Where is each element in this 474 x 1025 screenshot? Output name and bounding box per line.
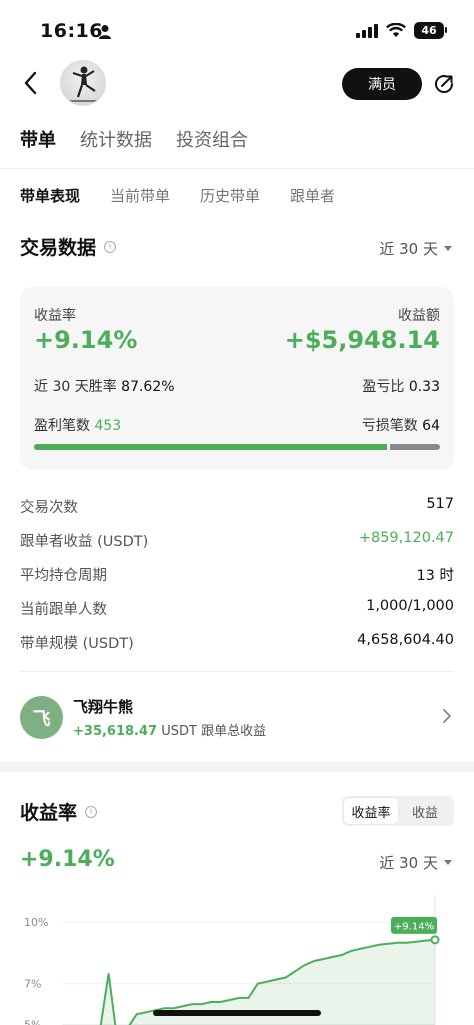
trade-data-title: 交易数据 i <box>20 233 117 260</box>
y-tick-label: 10% <box>24 916 48 929</box>
follower-profit-unit: USDT <box>161 724 197 739</box>
wins-row: 盈利笔数 453 <box>34 415 121 435</box>
tab-portfolio[interactable]: 投资组合 <box>176 126 248 152</box>
stat-label: 平均持仓周期 <box>20 568 107 584</box>
returns-value: +9.14% <box>20 847 115 872</box>
toggle-return-amount[interactable]: 收益 <box>398 798 452 824</box>
pl-ratio-row: 盈亏比 0.33 <box>362 376 440 396</box>
tab-lead-trading[interactable]: 带单 <box>20 126 56 152</box>
toggle-return-rate[interactable]: 收益率 <box>344 798 398 824</box>
tab-statistics[interactable]: 统计数据 <box>80 126 152 152</box>
wifi-icon <box>386 23 406 37</box>
info-icon[interactable]: i <box>85 805 98 818</box>
stat-row-follower-profit: 跟单者收益 (USDT) +859,120.47 <box>20 526 454 560</box>
wins-value: 453 <box>94 418 122 434</box>
follower-profit-line: +35,618.47 USDT 跟单总收益 <box>73 720 266 739</box>
trade-data-title-text: 交易数据 <box>20 237 97 259</box>
caret-down-icon <box>444 860 452 865</box>
stat-label: 当前跟单人数 <box>20 602 107 618</box>
full-capacity-button[interactable]: 满员 <box>342 68 422 100</box>
win-rate-label: 近 30 天胜率 <box>34 379 117 395</box>
share-icon[interactable] <box>432 72 456 96</box>
status-indicators: 46 <box>356 22 447 39</box>
trader-avatar[interactable] <box>60 60 106 106</box>
stat-row-trades: 交易次数 517 <box>20 492 454 526</box>
returns-period-select[interactable]: 近 30 天 <box>379 852 452 873</box>
return-amount-label: 收益额 <box>398 308 440 324</box>
sub-tabs: 带单表现 当前带单 历史带单 跟单者 <box>20 185 335 206</box>
status-time: 16:16 <box>40 20 103 42</box>
win-loss-bar-fill <box>34 444 390 450</box>
stat-value: +859,120.47 <box>358 530 454 546</box>
return-rate-value: +9.14% <box>34 326 138 354</box>
stats-list: 交易次数 517 跟单者收益 (USDT) +859,120.47 平均持仓周期… <box>20 492 454 662</box>
stat-value: 1,000/1,000 <box>366 598 454 614</box>
y-tick-label: 7% <box>24 978 41 991</box>
y-tick-label: 5% <box>24 1019 41 1025</box>
subtab-history-orders[interactable]: 历史带单 <box>200 185 260 206</box>
person-icon <box>99 25 111 39</box>
win-rate-row: 近 30 天胜率 87.62% <box>34 376 175 396</box>
stat-value: 517 <box>426 496 454 512</box>
status-bar: 16:16 46 <box>0 0 474 60</box>
cellular-signal-icon <box>356 23 378 38</box>
stat-row-followers: 当前跟单人数 1,000/1,000 <box>20 594 454 628</box>
stat-value: 4,658,604.40 <box>357 632 454 648</box>
info-icon[interactable]: i <box>104 240 117 253</box>
top-follower-row[interactable]: 飞 飞翔牛熊 +35,618.47 USDT 跟单总收益 <box>20 694 454 744</box>
follower-profit-label: 跟单总收益 <box>201 724 267 739</box>
returns-chart-svg: 10% 7% 5% +9.14% <box>24 895 440 1025</box>
top-bar: 满员 <box>0 56 474 110</box>
dancer-figure-icon <box>69 66 99 102</box>
back-arrow-icon[interactable] <box>20 70 42 96</box>
battery-icon: 46 <box>414 22 447 39</box>
main-tabs: 带单 统计数据 投资组合 <box>20 126 248 152</box>
follower-profit-value: +35,618.47 <box>73 724 158 739</box>
losses-row: 亏损笔数 64 <box>362 415 440 435</box>
stat-value: 13 时 <box>416 568 454 584</box>
pl-ratio-label: 盈亏比 <box>362 379 405 395</box>
return-rate-label: 收益率 <box>34 308 76 324</box>
losses-label: 亏损笔数 <box>361 418 418 434</box>
returns-title-text: 收益率 <box>20 802 78 824</box>
trade-period-label: 近 30 天 <box>379 240 438 258</box>
follower-name: 飞翔牛熊 <box>73 698 134 716</box>
return-amount-value: +$5,948.14 <box>284 326 440 354</box>
returns-title: 收益率 i <box>20 798 98 825</box>
losses-value: 64 <box>422 418 440 434</box>
returns-toggle: 收益率 收益 <box>342 796 454 826</box>
chevron-right-icon <box>443 709 451 723</box>
tabs-divider <box>0 168 474 169</box>
home-indicator <box>153 1010 321 1016</box>
pl-ratio-value: 0.33 <box>408 379 440 395</box>
section-separator <box>0 762 474 772</box>
end-label-text: +9.14% <box>394 921 434 932</box>
trade-period-select[interactable]: 近 30 天 <box>379 238 452 259</box>
stat-label: 交易次数 <box>20 500 78 516</box>
caret-down-icon <box>444 246 452 251</box>
follower-avatar: 飞 <box>20 696 63 739</box>
trade-summary-card: 收益率 收益额 +9.14% +$5,948.14 近 30 天胜率 87.62… <box>20 287 454 470</box>
end-point <box>430 935 440 945</box>
returns-period-label: 近 30 天 <box>379 854 438 872</box>
wins-label: 盈利笔数 <box>34 418 90 434</box>
subtab-current-orders[interactable]: 当前带单 <box>110 185 170 206</box>
win-loss-bar <box>34 444 440 450</box>
stat-row-aum: 带单规模 (USDT) 4,658,604.40 <box>20 628 454 662</box>
stat-label: 跟单者收益 (USDT) <box>20 534 149 550</box>
stat-row-avg-hold: 平均持仓周期 13 时 <box>20 560 454 594</box>
divider <box>20 671 454 672</box>
subtab-performance[interactable]: 带单表现 <box>20 185 80 206</box>
subtab-followers[interactable]: 跟单者 <box>290 185 335 206</box>
stat-label: 带单规模 (USDT) <box>20 636 134 652</box>
returns-chart: 10% 7% 5% +9.14% <box>0 895 474 1025</box>
win-rate-value: 87.62% <box>121 379 175 395</box>
